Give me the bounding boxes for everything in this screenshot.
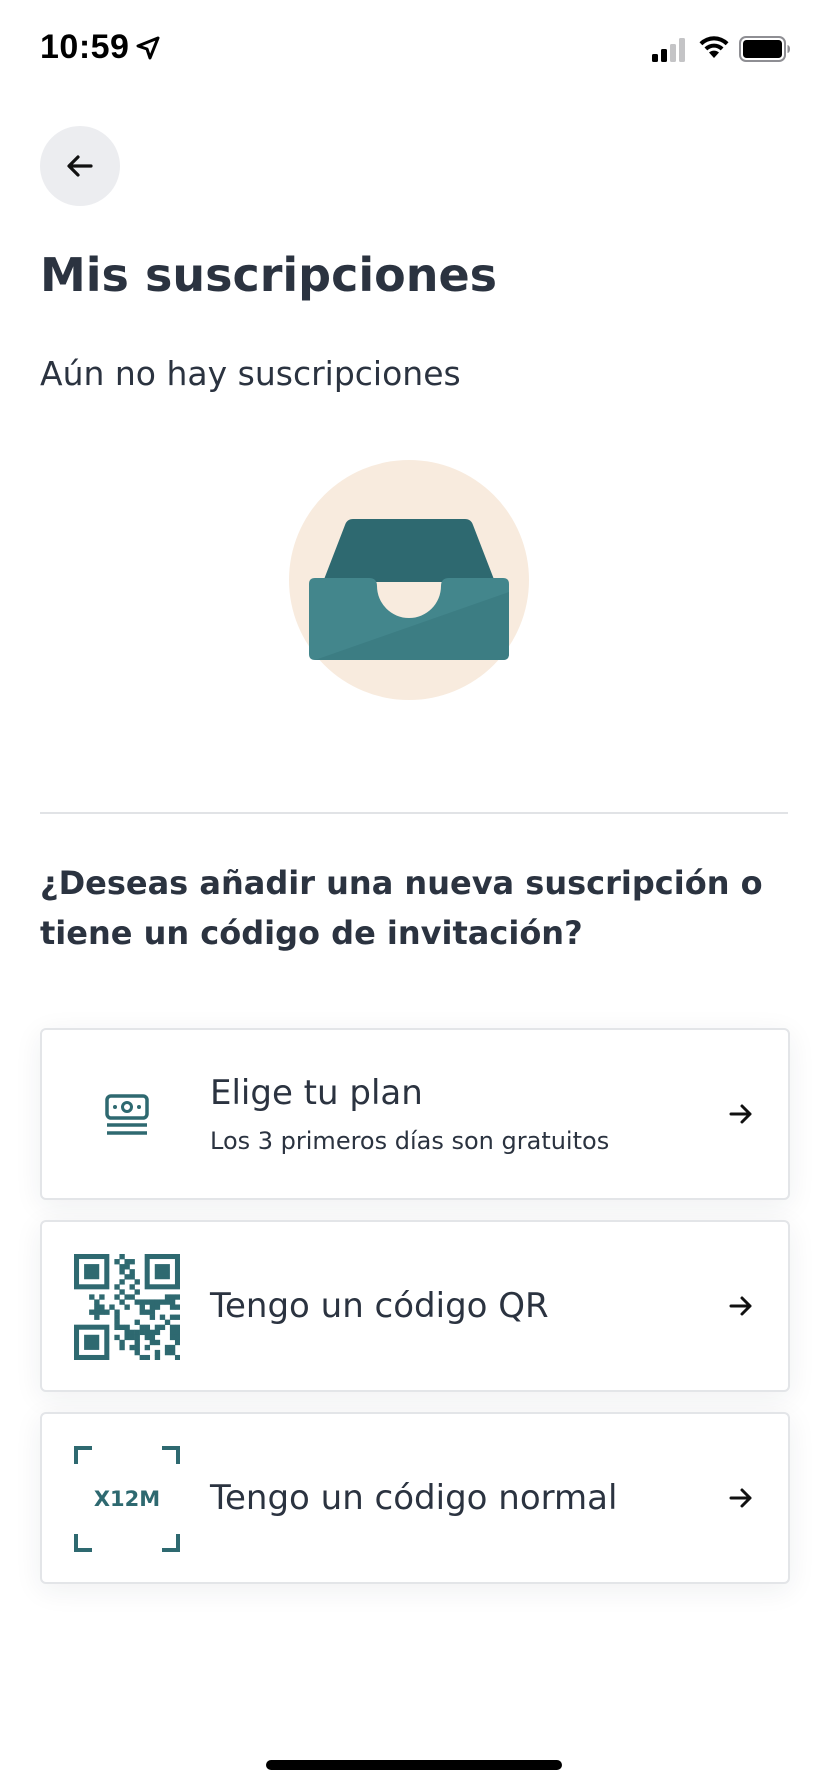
normal-code-title: Tengo un código normal xyxy=(210,1478,618,1518)
arrow-right-icon xyxy=(729,1104,752,1124)
home-indicator[interactable] xyxy=(266,1760,562,1770)
arrow-right-icon xyxy=(729,1296,752,1316)
empty-state-message: Aún no hay suscripciones xyxy=(40,354,461,393)
location-arrow-icon xyxy=(136,36,160,60)
money-stack-icon xyxy=(74,1062,180,1168)
status-time: 10:59 xyxy=(40,28,130,66)
qr-code-card[interactable]: Tengo un código QR xyxy=(40,1220,790,1392)
divider xyxy=(40,812,788,814)
inbox-tray-icon xyxy=(289,460,529,700)
back-button[interactable] xyxy=(40,126,120,206)
normal-code-card[interactable]: X12M Tengo un código normal xyxy=(40,1412,790,1584)
arrow-left-icon xyxy=(67,155,93,177)
code-frame-icon: X12M xyxy=(74,1446,180,1552)
arrow-right-icon xyxy=(729,1488,752,1508)
cellular-signal-icon xyxy=(652,38,685,62)
wifi-icon xyxy=(699,36,729,58)
qr-code-title: Tengo un código QR xyxy=(210,1286,549,1326)
battery-icon xyxy=(739,36,790,62)
code-sample-text: X12M xyxy=(93,1487,161,1511)
status-bar: 10:59 xyxy=(0,0,828,100)
choose-plan-subtitle: Los 3 primeros días son gratuitos xyxy=(210,1127,610,1155)
choose-plan-title: Elige tu plan xyxy=(210,1073,423,1113)
choose-plan-card[interactable]: Elige tu plan Los 3 primeros días son gr… xyxy=(40,1028,790,1200)
page-title: Mis suscripciones xyxy=(40,248,498,302)
add-subscription-question: ¿Deseas añadir una nueva suscripción o t… xyxy=(40,864,763,952)
qr-code-icon xyxy=(74,1254,180,1360)
